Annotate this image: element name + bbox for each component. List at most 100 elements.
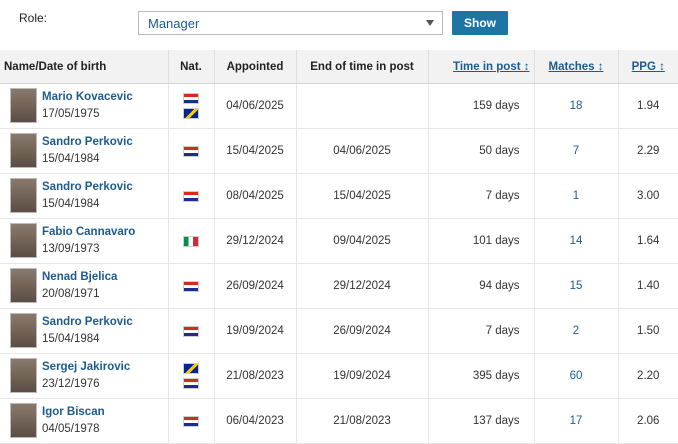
- show-button[interactable]: Show: [452, 11, 508, 35]
- manager-name-link[interactable]: Sandro Perkovic: [42, 181, 133, 193]
- ppg-value: 2.06: [618, 398, 678, 444]
- header-matches[interactable]: Matches ↕: [534, 50, 619, 84]
- time-in-post: 159 days: [428, 83, 535, 129]
- name-cell: Fabio Cannavaro 13/09/1973: [0, 218, 169, 264]
- avatar[interactable]: [10, 313, 37, 348]
- date-of-birth: 17/05/1975: [42, 108, 100, 120]
- role-select[interactable]: Manager: [138, 11, 443, 35]
- date-of-birth: 04/05/1978: [42, 423, 100, 435]
- manager-name-link[interactable]: Igor Biscan: [42, 406, 105, 418]
- end-date: 21/08/2023: [296, 398, 429, 444]
- matches-link[interactable]: 2: [534, 308, 619, 354]
- date-of-birth: 23/12/1976: [42, 378, 100, 390]
- table-row: Sergej Jakirovic 23/12/1976 21/08/2023 19/0…: [0, 353, 678, 399]
- nationality-cell: [168, 398, 215, 444]
- end-date: 15/04/2025: [296, 173, 429, 219]
- flag-cro-icon: [183, 325, 199, 337]
- matches-link[interactable]: 14: [534, 218, 619, 264]
- ppg-value: 2.29: [618, 128, 678, 174]
- time-in-post: 7 days: [428, 173, 535, 219]
- name-cell: Nenad Bjelica 20/08/1971: [0, 263, 169, 309]
- flag-bih-icon: [183, 363, 199, 374]
- name-cell: Mario Kovacevic 17/05/1975: [0, 83, 169, 129]
- appointed-date: 21/08/2023: [214, 353, 297, 399]
- matches-link[interactable]: 60: [534, 353, 619, 399]
- filter-bar: Role: Manager Show: [0, 0, 678, 50]
- header-time-in-post[interactable]: Time in post ↕: [428, 50, 535, 84]
- table-row: Mario Kovacevic 17/05/1975 04/06/2025 159 d…: [0, 83, 678, 129]
- matches-link[interactable]: 18: [534, 83, 619, 129]
- nationality-cell: [168, 83, 215, 129]
- name-cell: Sandro Perkovic 15/04/1984: [0, 173, 169, 219]
- header-end-of-post: End of time in post: [296, 50, 429, 84]
- manager-name-link[interactable]: Sergej Jakirovic: [42, 361, 130, 373]
- chevron-down-icon: [426, 20, 434, 26]
- ppg-value: 1.40: [618, 263, 678, 309]
- flag-cro-icon: [183, 145, 199, 157]
- ppg-value: 3.00: [618, 173, 678, 219]
- end-date: 29/12/2024: [296, 263, 429, 309]
- nationality-cell: [168, 263, 215, 309]
- manager-name-link[interactable]: Fabio Cannavaro: [42, 226, 135, 238]
- end-date: 09/04/2025: [296, 218, 429, 264]
- time-in-post: 50 days: [428, 128, 535, 174]
- header-nationality: Nat.: [168, 50, 215, 84]
- nationality-cell: [168, 173, 215, 219]
- header-ppg[interactable]: PPG ↕: [618, 50, 678, 84]
- manager-name-link[interactable]: Sandro Perkovic: [42, 316, 133, 328]
- flag-cro-icon: [183, 280, 199, 292]
- table-row: Sandro Perkovic 15/04/1984 19/09/2024 26/09…: [0, 308, 678, 354]
- avatar[interactable]: [10, 223, 37, 258]
- table-row: Sandro Perkovic 15/04/1984 08/04/2025 15/04…: [0, 173, 678, 219]
- matches-link[interactable]: 15: [534, 263, 619, 309]
- ppg-value: 1.64: [618, 218, 678, 264]
- table-header-row: Name/Date of birth Nat. Appointed End of…: [0, 50, 678, 84]
- time-in-post: 101 days: [428, 218, 535, 264]
- date-of-birth: 15/04/1984: [42, 153, 100, 165]
- table-row: Nenad Bjelica 20/08/1971 26/09/2024 29/12/2…: [0, 263, 678, 309]
- ppg-value: 1.50: [618, 308, 678, 354]
- appointed-date: 26/09/2024: [214, 263, 297, 309]
- avatar[interactable]: [10, 133, 37, 168]
- matches-link[interactable]: 1: [534, 173, 619, 219]
- manager-name-link[interactable]: Mario Kovacevic: [42, 91, 133, 103]
- table-row: Igor Biscan 04/05/1978 06/04/2023 21/08/202…: [0, 398, 678, 444]
- ppg-value: 1.94: [618, 83, 678, 129]
- appointed-date: 15/04/2025: [214, 128, 297, 174]
- flag-cro-icon: [183, 190, 199, 202]
- flag-cro-icon: [183, 93, 199, 104]
- role-label: Role:: [19, 11, 48, 25]
- header-appointed: Appointed: [214, 50, 297, 84]
- avatar[interactable]: [10, 88, 37, 123]
- nationality-cell: [168, 218, 215, 264]
- avatar[interactable]: [10, 358, 37, 393]
- name-cell: Sandro Perkovic 15/04/1984: [0, 128, 169, 174]
- date-of-birth: 13/09/1973: [42, 243, 100, 255]
- name-cell: Sandro Perkovic 15/04/1984: [0, 308, 169, 354]
- header-name: Name/Date of birth: [0, 50, 169, 84]
- date-of-birth: 15/04/1984: [42, 333, 100, 345]
- matches-link[interactable]: 17: [534, 398, 619, 444]
- avatar[interactable]: [10, 268, 37, 303]
- avatar[interactable]: [10, 403, 37, 438]
- flag-ita-icon: [183, 235, 199, 247]
- nationality-cell: [168, 308, 215, 354]
- role-select-value: Manager: [148, 16, 200, 31]
- table-row: Sandro Perkovic 15/04/1984 15/04/2025 04/06…: [0, 128, 678, 174]
- time-in-post: 395 days: [428, 353, 535, 399]
- flag-bih-icon: [183, 108, 199, 119]
- appointed-date: 06/04/2023: [214, 398, 297, 444]
- flag-cro-icon: [183, 415, 199, 427]
- ppg-value: 2.20: [618, 353, 678, 399]
- manager-name-link[interactable]: Sandro Perkovic: [42, 136, 133, 148]
- manager-name-link[interactable]: Nenad Bjelica: [42, 271, 117, 283]
- time-in-post: 7 days: [428, 308, 535, 354]
- flag-cro-icon: [183, 378, 199, 389]
- matches-link[interactable]: 7: [534, 128, 619, 174]
- nationality-cell: [168, 353, 215, 399]
- end-date: 04/06/2025: [296, 128, 429, 174]
- end-date: 26/09/2024: [296, 308, 429, 354]
- appointed-date: 04/06/2025: [214, 83, 297, 129]
- appointed-date: 19/09/2024: [214, 308, 297, 354]
- avatar[interactable]: [10, 178, 37, 213]
